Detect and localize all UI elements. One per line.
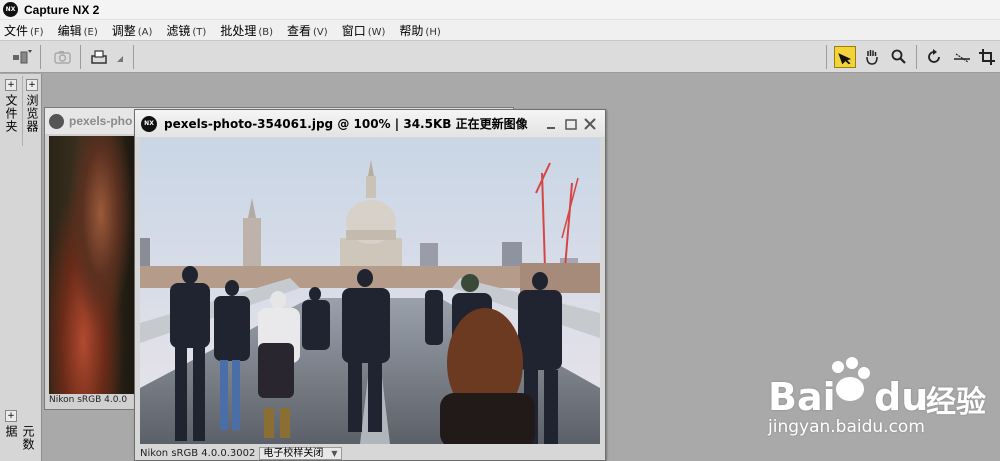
title-bar: NX Capture NX 2 [0,0,1000,20]
crop-icon[interactable] [976,46,998,68]
title-separator: | [394,117,400,131]
expand-icon[interactable]: + [5,79,17,91]
toolbar-divider [826,45,827,69]
toolbar-divider [80,45,81,69]
menu-window[interactable]: 窗口 (W) [342,22,386,39]
menu-file[interactable]: 文件 (F) [4,22,44,39]
paw-icon [832,357,870,401]
window-titlebar[interactable]: NX pexels-photo-354061.jpg @ 100% | 34.5… [135,110,605,137]
window-title: pexels-photo-354061.jpg @ 100% | 34.5KB … [164,115,528,132]
baidu-watermark: Bai du 经验 jingyan.baidu.com [768,355,996,445]
left-dock: + 文件夹 + 元数据 + 浏览器 [0,74,42,461]
watermark-brand-b: du [874,375,929,419]
straighten-icon[interactable] [951,46,973,68]
color-profile-label: Nikon sRGB 4.0.0 [49,395,128,405]
window-logo-icon [49,113,64,129]
menu-help[interactable]: 帮助 (H) [399,22,440,39]
print-icon[interactable] [88,46,110,68]
app-logo-icon: NX [3,2,18,17]
browser-panel-label: 浏览器 [25,94,39,133]
window-logo-icon: NX [141,115,157,132]
folders-panel-label: 文件夹 [4,94,18,133]
image-canvas[interactable] [49,136,135,394]
menu-view[interactable]: 查看 (V) [287,22,328,39]
window-title: pexels-pho [69,114,133,128]
chevron-down-icon: ▼ [331,448,338,458]
hand-icon[interactable] [861,46,883,68]
metadata-panel-label: 元数据 [4,425,35,451]
zoom-level: @ 100% [337,117,391,131]
soft-proof-value: 电子校样关闭 [263,447,324,459]
menu-edit[interactable]: 编辑 (E) [58,22,98,39]
close-icon[interactable] [583,117,597,131]
watermark-url: jingyan.baidu.com [768,417,925,437]
photo-illustration [140,138,600,444]
image-window-front[interactable]: NX pexels-photo-354061.jpg @ 100% | 34.5… [134,109,606,461]
toolbar-divider [133,45,134,69]
browser-toggle-icon[interactable] [10,46,32,68]
menu-bar: 文件 (F) 编辑 (E) 调整 (A) 滤镜 (T) 批处理 (B) 查看 (V) 窗口(… [0,20,1000,40]
window-status-bar: Nikon sRGB 4.0.0.3002 电子校样关闭 ▼ [140,446,342,460]
watermark-brand-cn: 经验 [926,385,986,420]
menu-filter[interactable]: 滤镜 (T) [166,22,206,39]
folders-panel-strip[interactable]: + 文件夹 + 元数据 [2,76,35,461]
maximize-icon[interactable] [564,117,578,131]
zoom-icon[interactable] [888,46,910,68]
menu-adjust[interactable]: 调整 (A) [112,22,153,39]
toolbar-divider [40,45,41,69]
image-canvas[interactable] [140,138,600,444]
color-profile-label: Nikon sRGB 4.0.0.3002 [140,447,256,459]
soft-proof-dropdown[interactable]: 电子校样关闭 ▼ [259,446,342,460]
file-name: pexels-photo-354061.jpg [164,117,334,131]
expand-icon[interactable]: + [26,79,38,91]
direct-select-icon[interactable] [834,46,856,68]
file-size: 34.5KB [403,117,452,131]
camera-icon[interactable] [52,46,74,68]
toolbar-divider [916,45,917,69]
app-title: Capture NX 2 [24,2,100,17]
minimize-icon[interactable] [545,117,559,131]
expand-icon[interactable]: + [5,410,17,422]
menu-batch[interactable]: 批处理 (B) [220,22,273,39]
browser-panel-strip[interactable]: + 浏览器 [22,76,40,146]
print-options-chevron-icon[interactable] [114,46,126,68]
toolbar [0,40,1000,73]
update-status: 正在更新图像 [455,117,528,131]
rotate-icon[interactable] [923,46,945,68]
